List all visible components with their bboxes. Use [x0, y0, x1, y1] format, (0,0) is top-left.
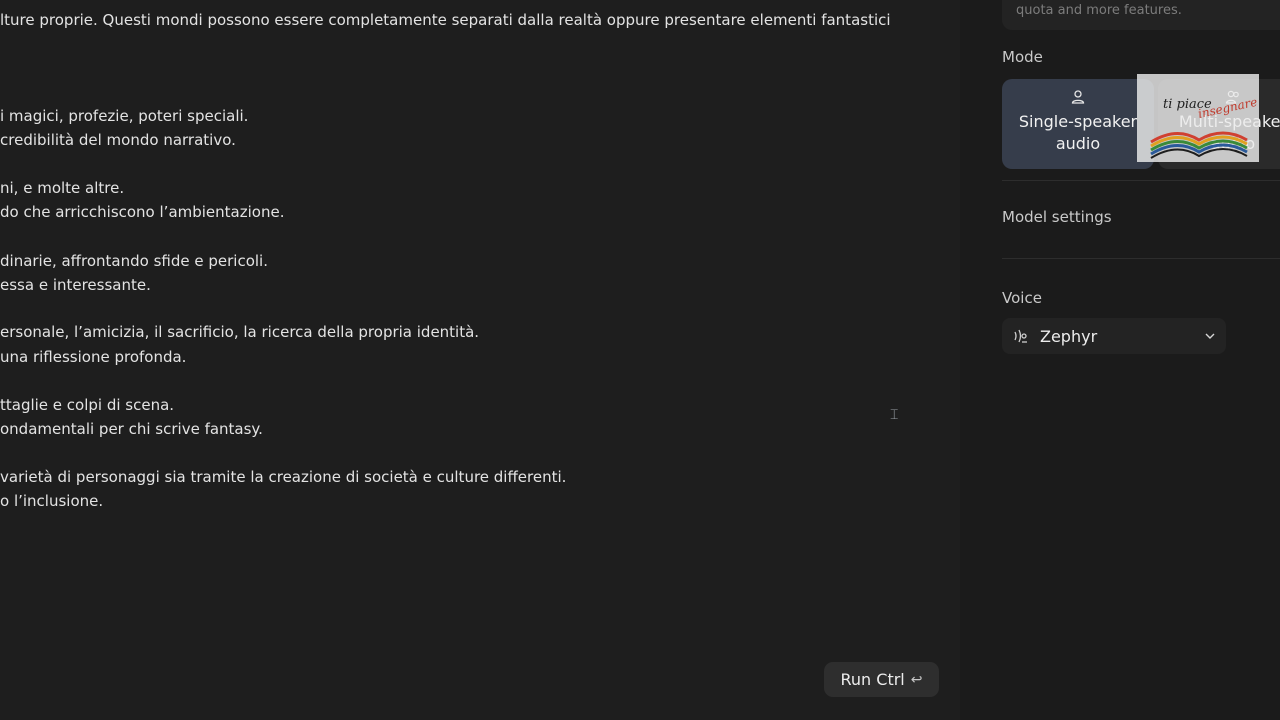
voice-select[interactable]: Zephyr [1002, 318, 1226, 354]
mode-single-speaker-button[interactable]: Single-speaker audio [1002, 79, 1154, 169]
panel-gutter [960, 0, 982, 720]
person-icon [1071, 90, 1085, 104]
run-button[interactable]: Run Ctrl ↩ [824, 662, 939, 697]
settings-panel: quota and more features. Mode Single-spe… [982, 0, 1280, 720]
divider [1002, 258, 1280, 259]
document-line: dinarie, affrontando sfide e pericoli. [0, 252, 268, 270]
document-line: una riflessione profonda. [0, 348, 187, 366]
document-line: ni, e molte altre. [0, 179, 125, 197]
divider [1002, 180, 1280, 181]
chevron-down-icon [1205, 333, 1215, 339]
promo-text: quota and more features. [1016, 3, 1182, 18]
upgrade-promo-card[interactable]: quota and more features. [1002, 0, 1280, 30]
voice-heading: Voice [1002, 289, 1042, 307]
voice-value: Zephyr [1040, 326, 1098, 346]
text-cursor-icon: ⌶ [890, 407, 899, 423]
mode-heading: Mode [1002, 48, 1043, 66]
document-line: ondamentali per chi scrive fantasy. [0, 420, 263, 438]
run-button-label: Run Ctrl [840, 670, 905, 689]
document-line: ttaglie e colpi di scena. [0, 396, 175, 414]
enter-icon: ↩ [910, 671, 923, 688]
model-settings-heading[interactable]: Model settings [1002, 208, 1112, 226]
document-line: do che arricchiscono l’ambientazione. [0, 203, 285, 221]
document-line: credibilità del mondo narrativo. [0, 131, 236, 149]
ti-piace-insegnare-logo: ti piace insegnare [1137, 74, 1259, 162]
document-line: o l’inclusione. [0, 492, 104, 510]
document-line: i magici, profezie, poteri speciali. [0, 107, 249, 125]
app-window: lture proprie. Questi mondi possono esse… [0, 0, 1280, 720]
voice-wave-icon [1014, 329, 1027, 343]
document-line: varietà di personaggi sia tramite la cre… [0, 468, 567, 486]
document-line: ersonale, l’amicizia, il sacrificio, la … [0, 323, 480, 341]
document-line: essa e interessante. [0, 276, 151, 294]
mode-single-speaker-label: Single-speaker audio [1018, 112, 1138, 153]
prompt-editor[interactable]: lture proprie. Questi mondi possono esse… [0, 0, 960, 720]
document-line: lture proprie. Questi mondi possono esse… [0, 11, 891, 29]
